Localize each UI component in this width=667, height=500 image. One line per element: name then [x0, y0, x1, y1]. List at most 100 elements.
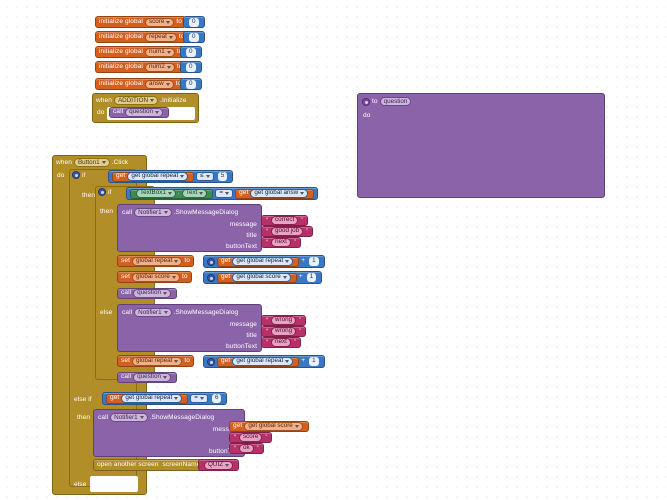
- comparison-repeat-equals-6[interactable]: get get global repeat = 6: [102, 392, 228, 405]
- text-field[interactable]: wrong: [271, 327, 297, 336]
- procedure-name-field[interactable]: question: [133, 289, 171, 298]
- block-notifier-show-dialog-correct[interactable]: call Notifier1 .ShowMessageDialog messag…: [117, 204, 262, 252]
- global-name-field[interactable]: num1: [144, 47, 175, 57]
- variable-dropdown[interactable]: global repeat: [131, 356, 183, 366]
- comparison-right-value[interactable]: 5: [217, 172, 228, 181]
- text-block-wrong-title[interactable]: “ wrong ”: [261, 326, 307, 337]
- variable-dropdown[interactable]: get global repeat: [232, 257, 294, 266]
- block-initialize-global-score[interactable]: initialize global score to: [95, 16, 187, 28]
- global-name-field[interactable]: score: [144, 17, 175, 27]
- component-dropdown-notifier[interactable]: Notifier1: [110, 413, 148, 422]
- variable-dropdown[interactable]: get global score: [244, 422, 303, 431]
- variable-dropdown[interactable]: get global repeat: [232, 357, 294, 366]
- comparison-repeat-le-5[interactable]: get get global repeat ≤ 5: [108, 170, 234, 183]
- number-block-num2-init[interactable]: 0: [180, 61, 202, 73]
- variable-dropdown[interactable]: get global score: [232, 273, 291, 282]
- comparison-operator-dropdown[interactable]: =: [190, 394, 208, 403]
- variable-dropdown[interactable]: get global repeat: [127, 172, 189, 181]
- global-name-field[interactable]: num2: [144, 62, 175, 72]
- block-score-plus-one[interactable]: get get global score + 1: [203, 271, 323, 284]
- property-dropdown[interactable]: Text: [181, 189, 208, 198]
- number-block-score-init[interactable]: 0: [183, 16, 205, 28]
- event-block-addition-initialize[interactable]: when ADDITION .Initialize do call questi…: [92, 93, 199, 123]
- text-field[interactable]: next: [271, 238, 291, 247]
- block-get-global-repeat-elseif[interactable]: get get global repeat: [106, 393, 189, 404]
- block-repeat-plus-one-wrong[interactable]: get get global repeat + 1: [203, 355, 325, 368]
- variable-dropdown[interactable]: global repeat: [131, 256, 183, 266]
- component-dropdown-notifier[interactable]: Notifier1: [134, 208, 172, 217]
- block-get-global-repeat[interactable]: get get global repeat: [217, 356, 300, 367]
- block-textbox1-text-getter[interactable]: TextBox1 . Text: [130, 188, 214, 199]
- comparison-operator-dropdown[interactable]: ≤: [196, 172, 214, 181]
- procedure-definition-question[interactable]: to question do set TextBox1 . Text to “ …: [357, 93, 605, 198]
- block-initialize-global-answ[interactable]: initialize global answ to: [95, 78, 186, 90]
- text-block-score-title[interactable]: “ score ”: [229, 432, 273, 443]
- comparison-right-value[interactable]: 6: [211, 394, 222, 403]
- comparison-textbox-equals-answ[interactable]: TextBox1 . Text = get get global answ: [126, 187, 319, 200]
- block-set-global-score[interactable]: set global score to: [117, 271, 192, 283]
- screen-name-field[interactable]: QUIZ: [204, 460, 234, 470]
- number-field[interactable]: 0: [186, 47, 196, 57]
- mutator-icon[interactable]: [72, 171, 80, 179]
- empty-else-socket[interactable]: [90, 476, 138, 492]
- number-block-repeat-init[interactable]: 0: [183, 31, 205, 43]
- text-field[interactable]: correct: [271, 216, 299, 225]
- text-block-next-correct[interactable]: “ next ”: [261, 237, 301, 248]
- increment-value[interactable]: 1: [309, 357, 319, 366]
- mutator-icon[interactable]: [98, 188, 106, 196]
- text-field[interactable]: next: [271, 338, 291, 347]
- block-notifier-show-dialog-wrong[interactable]: call Notifier1 .ShowMessageDialog messag…: [117, 304, 262, 352]
- component-dropdown[interactable]: TextBox1: [136, 189, 176, 198]
- number-field[interactable]: 0: [189, 17, 199, 27]
- block-initialize-global-num1[interactable]: initialize global num1 to: [95, 46, 187, 58]
- comparison-operator-dropdown[interactable]: =: [215, 189, 234, 198]
- text-block-next-wrong[interactable]: “ next ”: [261, 337, 301, 348]
- block-get-global-answ[interactable]: get get global answ: [235, 188, 315, 199]
- block-call-question-wrong[interactable]: call question: [117, 372, 177, 383]
- number-block-answ-init[interactable]: 0: [180, 78, 202, 90]
- text-block-correct[interactable]: “ correct ”: [261, 215, 309, 226]
- global-name-field[interactable]: repeat: [144, 32, 177, 42]
- block-get-global-score[interactable]: get get global score: [217, 272, 297, 283]
- text-block-good-job[interactable]: “ good job ”: [261, 226, 314, 237]
- text-field[interactable]: wrong: [271, 316, 297, 325]
- number-block-num1-init[interactable]: 0: [180, 46, 202, 58]
- block-call-question-correct[interactable]: call question: [117, 288, 177, 299]
- variable-dropdown[interactable]: global score: [131, 272, 180, 282]
- variable-dropdown[interactable]: get global repeat: [121, 394, 183, 403]
- text-field[interactable]: ok: [239, 444, 254, 453]
- variable-dropdown[interactable]: get global answ: [250, 189, 309, 198]
- mutator-icon[interactable]: [362, 97, 370, 106]
- block-set-global-repeat-wrong[interactable]: set global repeat to: [117, 355, 195, 367]
- blocks-workspace[interactable]: initialize global score to 0 initialize …: [0, 0, 667, 500]
- block-repeat-plus-one-correct[interactable]: get get global repeat + 1: [203, 255, 325, 268]
- number-field[interactable]: 0: [186, 79, 196, 89]
- block-notifier-show-dialog-score[interactable]: call Notifier1 .ShowMessageDialog messag…: [93, 409, 245, 457]
- mutator-icon[interactable]: [207, 273, 215, 282]
- global-name-field[interactable]: answ: [144, 79, 174, 89]
- component-dropdown-addition[interactable]: ADDITION: [113, 96, 159, 105]
- text-field[interactable]: good job: [271, 227, 304, 236]
- procedure-name-field[interactable]: question: [379, 97, 412, 106]
- increment-value[interactable]: 1: [309, 257, 319, 266]
- number-field[interactable]: 0: [186, 62, 196, 72]
- component-dropdown-notifier[interactable]: Notifier1: [134, 308, 172, 317]
- block-initialize-global-num2[interactable]: initialize global num2 to: [95, 61, 187, 73]
- mutator-icon[interactable]: [207, 357, 215, 366]
- procedure-name-field[interactable]: question: [133, 373, 171, 382]
- block-open-another-screen[interactable]: open another screen screenName: [93, 459, 205, 471]
- block-set-global-repeat-correct[interactable]: set global repeat to: [117, 255, 195, 267]
- increment-value[interactable]: 1: [306, 273, 317, 282]
- block-get-global-repeat[interactable]: get get global repeat: [217, 256, 300, 267]
- block-call-question-init[interactable]: call question: [109, 107, 169, 118]
- text-field[interactable]: score: [239, 433, 263, 442]
- block-get-global-repeat-cond[interactable]: get get global repeat: [112, 171, 195, 182]
- text-block-ok[interactable]: “ ok ”: [229, 443, 264, 454]
- mutator-icon[interactable]: [207, 257, 215, 266]
- number-field[interactable]: 0: [189, 32, 199, 42]
- text-block-quiz-screen[interactable]: QUIZ: [198, 459, 240, 471]
- procedure-name-field[interactable]: question: [125, 108, 163, 117]
- component-dropdown-button1[interactable]: Button1: [73, 158, 110, 167]
- text-block-wrong-message[interactable]: “ wrong ”: [261, 315, 307, 326]
- block-initialize-global-repeat[interactable]: initialize global repeat to: [95, 31, 189, 43]
